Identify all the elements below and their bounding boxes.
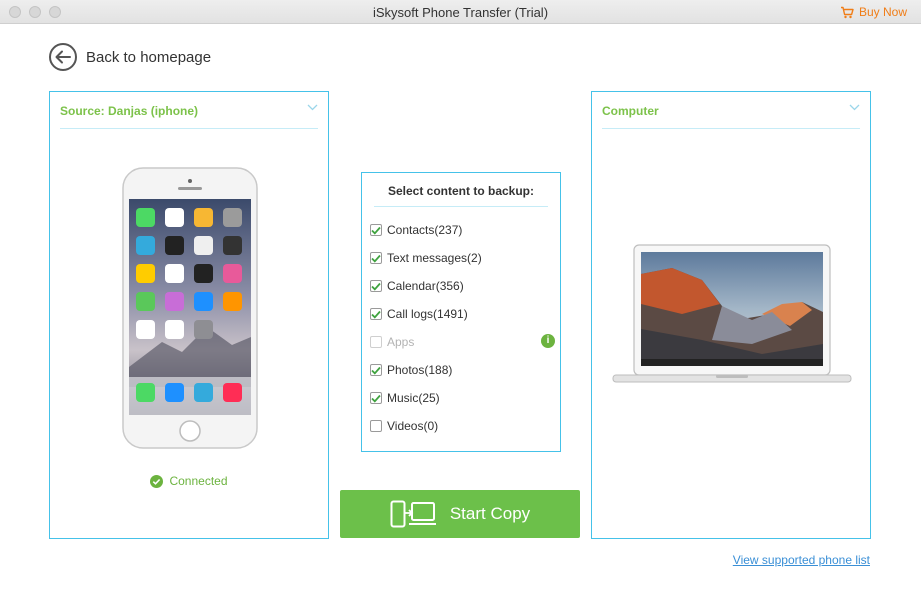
- check-circle-icon: [150, 474, 164, 488]
- destination-selector[interactable]: Computer: [602, 102, 860, 129]
- buy-now-label: Buy Now: [858, 5, 907, 19]
- destination-title: Computer: [602, 104, 659, 118]
- back-arrow-icon: [49, 43, 77, 71]
- start-copy-label: Start Copy: [449, 504, 531, 523]
- checkbox-label: Apps: [387, 335, 415, 349]
- checkbox-music[interactable]: Music(25): [370, 391, 440, 405]
- view-supported-phone-list-link[interactable]: View supported phone list: [733, 553, 870, 567]
- checkbox-label: Calendar(356): [387, 279, 464, 293]
- divider: [374, 206, 548, 207]
- checkbox-label: Music(25): [387, 391, 440, 405]
- checkbox-text-messages[interactable]: Text messages(2): [370, 251, 482, 265]
- connection-status-label: Connected: [169, 474, 228, 488]
- source-device-title: Source: Danjas (iphone): [60, 104, 199, 118]
- checkbox-checked-icon: [370, 224, 382, 236]
- start-copy-button[interactable]: Start Copy: [340, 490, 580, 538]
- checkbox-label: Videos(0): [387, 419, 439, 433]
- checkbox-checked-icon: [370, 280, 382, 292]
- checkbox-apps: Apps: [370, 335, 414, 349]
- content-selection-title: Select content to backup:: [387, 184, 535, 198]
- source-device-selector[interactable]: Source: Danjas (iphone): [60, 102, 318, 129]
- checkbox-contacts[interactable]: Contacts(237): [370, 223, 462, 237]
- destination-panel: Computer: [591, 91, 871, 539]
- checkbox-photos[interactable]: Photos(188): [370, 363, 452, 377]
- chevron-down-icon: [307, 104, 318, 111]
- chevron-down-icon: [849, 104, 860, 111]
- checkbox-label: Text messages(2): [387, 251, 482, 265]
- buy-now-button[interactable]: Buy Now: [840, 5, 907, 19]
- title-bar: iSkysoft Phone Transfer (Trial) Buy Now: [0, 0, 921, 24]
- back-to-homepage-button[interactable]: Back to homepage: [49, 43, 211, 71]
- checkbox-videos[interactable]: Videos(0): [370, 419, 438, 433]
- info-icon[interactable]: i: [541, 334, 555, 348]
- source-device-panel: Source: Danjas (iphone) Connected: [49, 91, 329, 539]
- checkbox-unchecked-icon: [370, 420, 382, 432]
- back-to-homepage-label: Back to homepage: [86, 48, 212, 66]
- checkbox-checked-icon: [370, 252, 382, 264]
- checkbox-calendar[interactable]: Calendar(356): [370, 279, 464, 293]
- checkbox-checked-icon: [370, 308, 382, 320]
- laptop-image: [612, 244, 852, 383]
- checkbox-label: Call logs(1491): [387, 307, 468, 321]
- window-title: iSkysoft Phone Transfer (Trial): [372, 5, 549, 20]
- iphone-image: [122, 167, 258, 449]
- checkbox-call-logs[interactable]: Call logs(1491): [370, 307, 468, 321]
- content-selection-panel: Select content to backup: Contacts(237) …: [361, 172, 561, 452]
- cart-icon: [840, 6, 854, 18]
- checkbox-label: Photos(188): [387, 363, 453, 377]
- checkbox-checked-icon: [370, 392, 382, 404]
- connection-status: Connected: [50, 474, 328, 488]
- checkbox-checked-icon: [370, 364, 382, 376]
- phone-to-computer-icon: [390, 500, 436, 528]
- checkbox-unchecked-icon: [370, 336, 382, 348]
- checkbox-label: Contacts(237): [387, 223, 463, 237]
